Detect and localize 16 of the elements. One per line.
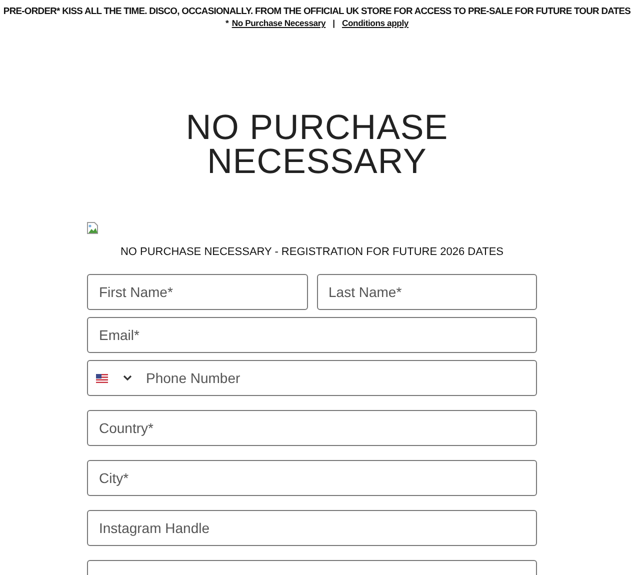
input-field[interactable]: First Name* — [87, 274, 308, 310]
input-field[interactable]: Last Name* — [316, 274, 537, 310]
input-field[interactable]: Instagram Handle — [87, 510, 537, 546]
input-field[interactable]: City* — [87, 460, 537, 496]
banner-text: PRE-ORDER* KISS ALL THE TIME. DISCO, OCCASIONALLY. FROM THE OFFICIAL UK STORE FOR ACCESS TO PRE-SALE FOR FUTURE TOUR DATES — [2, 5, 632, 16]
page-heading: NO PURCHASE NECESSARY — [184, 111, 450, 179]
banner-link[interactable]: Conditions apply — [342, 18, 408, 28]
broken-image-icon — [87, 222, 98, 234]
input-field[interactable]: Email* — [87, 317, 537, 353]
footnote-mark: * — [225, 18, 229, 28]
phone-field[interactable]: Phone Number — [87, 360, 537, 396]
form-subtitle: NO PURCHASE NECESSARY - REGISTRATION FOR FUTURE 2026 DATES — [119, 246, 505, 258]
input-field[interactable]: Country* — [87, 410, 537, 446]
separator: | — [332, 18, 335, 28]
banner-link[interactable]: No Purchase Necessary — [232, 18, 326, 28]
chevron-down-icon[interactable] — [123, 375, 132, 381]
